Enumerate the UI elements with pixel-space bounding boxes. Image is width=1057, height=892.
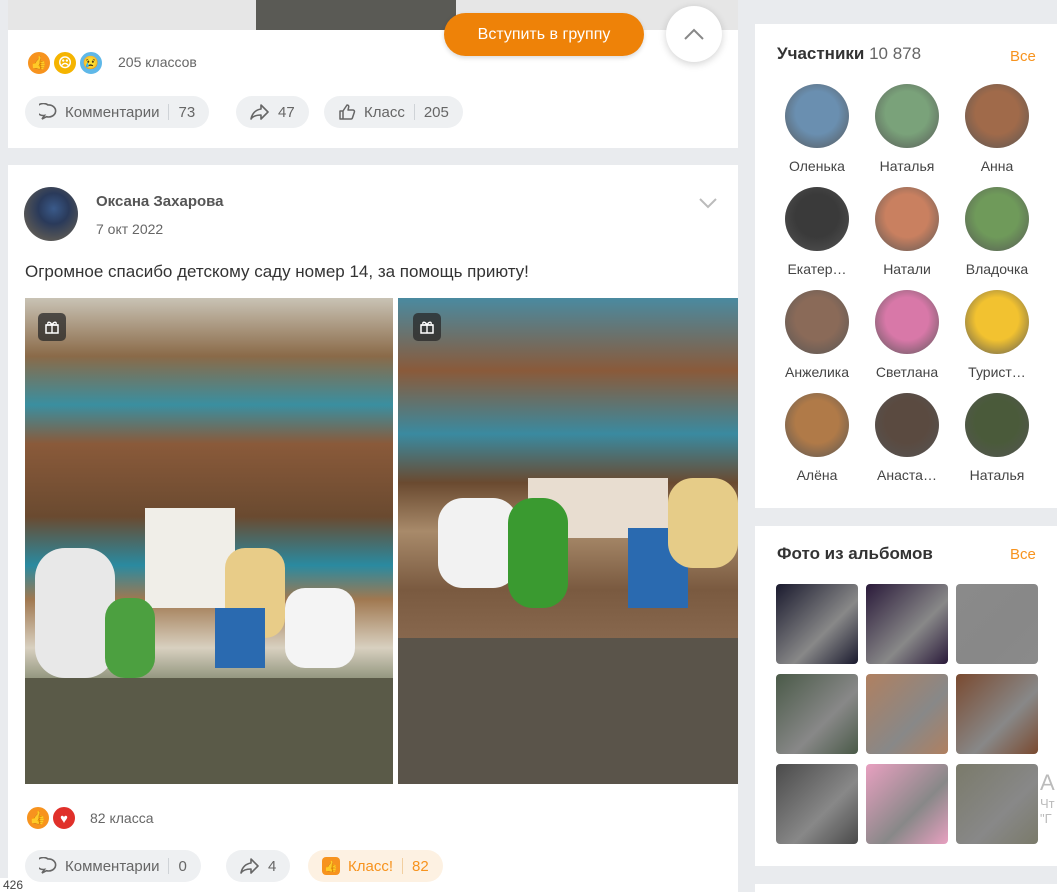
- chevron-up-icon: [684, 28, 704, 40]
- album-photo-thumb[interactable]: [776, 674, 858, 754]
- comments-count: 0: [178, 857, 187, 875]
- member-name: Алёна: [796, 467, 838, 483]
- sad-reaction-icon: ☹: [52, 50, 78, 76]
- member-item[interactable]: Владочка: [953, 187, 1041, 277]
- member-name: Владочка: [965, 261, 1029, 277]
- member-item[interactable]: Оленька: [773, 84, 861, 174]
- member-name: Наталья: [969, 467, 1025, 483]
- comment-icon: [39, 857, 57, 874]
- avatar[interactable]: [965, 187, 1029, 251]
- avatar[interactable]: [785, 290, 849, 354]
- top-post-reactions-count[interactable]: 205 классов: [118, 54, 197, 70]
- comments-button[interactable]: Комментарии 73: [25, 96, 210, 128]
- class-count: 205: [423, 103, 449, 121]
- avatar[interactable]: [875, 187, 939, 251]
- member-item[interactable]: Наталья: [953, 393, 1041, 483]
- member-name: Наталья: [879, 158, 935, 174]
- avatar[interactable]: [785, 84, 849, 148]
- avatar[interactable]: [965, 393, 1029, 457]
- next-sidebar-card: [755, 884, 1057, 892]
- shares-count: 4: [268, 857, 277, 875]
- class-count: 82: [412, 857, 429, 875]
- avatar[interactable]: [785, 187, 849, 251]
- photos-all-link[interactable]: Все: [1010, 546, 1036, 563]
- album-photo-thumb[interactable]: [956, 584, 1038, 664]
- member-item[interactable]: Анна: [953, 84, 1041, 174]
- member-name: Турист…: [968, 364, 1026, 380]
- album-photo-thumb[interactable]: [776, 764, 858, 844]
- members-card: Участники 10 878 Все Оленька Наталья Анна Е…: [755, 24, 1057, 508]
- avatar[interactable]: [875, 84, 939, 148]
- class-reaction-icon: 👍: [25, 805, 51, 831]
- scroll-up-button[interactable]: [666, 6, 722, 62]
- page-number: 426: [0, 878, 27, 892]
- avatar[interactable]: [875, 393, 939, 457]
- member-item[interactable]: Екатер…: [773, 187, 861, 277]
- member-name: Натали: [883, 261, 931, 277]
- class-button-active[interactable]: 👍 Класс! 82: [308, 850, 443, 882]
- member-name: Екатер…: [787, 261, 847, 277]
- post-text: Огромное спасибо детскому саду номер 14,…: [25, 262, 529, 281]
- comments-label: Комментарии: [65, 103, 160, 121]
- album-photo-thumb[interactable]: [956, 674, 1038, 754]
- share-icon: [240, 858, 259, 874]
- class-label: Класс!: [348, 857, 393, 875]
- post-photo-1[interactable]: [25, 298, 393, 784]
- member-item[interactable]: Анаста…: [863, 393, 951, 483]
- photos-card: Фото из альбомов Все: [755, 526, 1057, 866]
- post-date[interactable]: 7 окт 2022: [96, 221, 163, 237]
- album-photo-thumb[interactable]: [776, 584, 858, 664]
- author-avatar[interactable]: [24, 187, 78, 241]
- member-item[interactable]: Турист…: [953, 290, 1041, 380]
- album-photo-thumb[interactable]: [866, 674, 948, 754]
- member-item[interactable]: Анжелика: [773, 290, 861, 380]
- member-item[interactable]: Наталья: [863, 84, 951, 174]
- share-icon: [250, 104, 269, 120]
- class-button[interactable]: Класс 205: [324, 96, 463, 128]
- join-group-button[interactable]: Вступить в группу: [444, 13, 644, 56]
- member-item[interactable]: Алёна: [773, 393, 861, 483]
- member-name: Светлана: [875, 364, 939, 380]
- avatar[interactable]: [965, 84, 1029, 148]
- member-name: Анжелика: [785, 364, 849, 380]
- super-reaction-icon: ♥: [51, 805, 77, 831]
- gift-icon[interactable]: [38, 313, 66, 341]
- class-label: Класс: [364, 103, 405, 121]
- partial-overlay: А Чт "Г: [1040, 770, 1055, 826]
- avatar[interactable]: [875, 290, 939, 354]
- members-title[interactable]: Участники 10 878: [777, 44, 921, 64]
- member-name: Анаста…: [877, 467, 937, 483]
- album-photo-thumb[interactable]: [866, 764, 948, 844]
- comment-icon: [39, 103, 57, 120]
- shares-count: 47: [278, 103, 295, 121]
- album-photo-thumb[interactable]: [956, 764, 1038, 844]
- comments-count: 73: [178, 103, 196, 121]
- comments-button[interactable]: Комментарии 0: [25, 850, 201, 882]
- class-reaction-icon: 👍: [26, 50, 52, 76]
- member-item[interactable]: Натали: [863, 187, 951, 277]
- member-item[interactable]: Светлана: [863, 290, 951, 380]
- post-photo-2[interactable]: [398, 298, 738, 784]
- post-reactions-count[interactable]: 82 класса: [90, 810, 154, 826]
- comments-label: Комментарии: [65, 857, 160, 875]
- chevron-down-icon[interactable]: [698, 197, 718, 209]
- members-all-link[interactable]: Все: [1010, 48, 1036, 65]
- album-photo-thumb[interactable]: [866, 584, 948, 664]
- member-name: Оленька: [789, 158, 845, 174]
- author-name[interactable]: Оксана Захарова: [96, 193, 224, 210]
- avatar[interactable]: [965, 290, 1029, 354]
- avatar[interactable]: [785, 393, 849, 457]
- share-button[interactable]: 4: [226, 850, 291, 882]
- member-name: Анна: [980, 158, 1014, 174]
- like-icon: 👍: [322, 857, 340, 875]
- share-button[interactable]: 47: [236, 96, 309, 128]
- gift-icon[interactable]: [413, 313, 441, 341]
- cry-reaction-icon: 😢: [78, 50, 104, 76]
- like-icon: [339, 104, 356, 120]
- photos-title[interactable]: Фото из альбомов: [777, 544, 933, 564]
- post-card: Оксана Захарова 7 окт 2022 Огромное спас…: [8, 165, 738, 892]
